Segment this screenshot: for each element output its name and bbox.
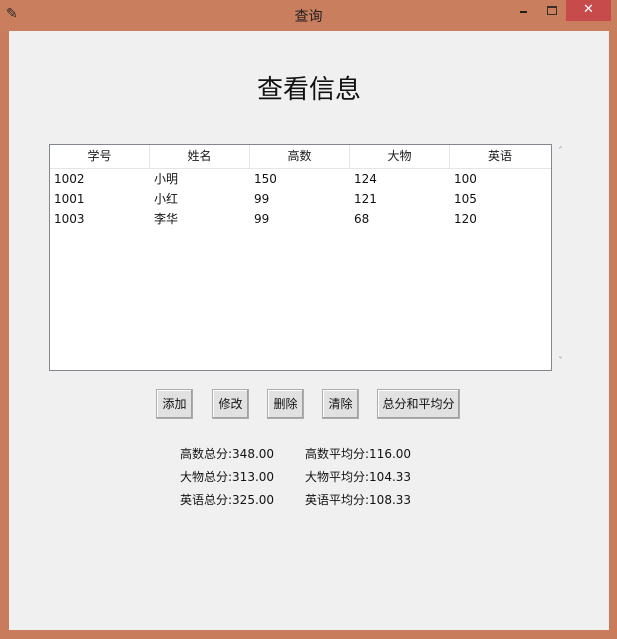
- math-total-label: 高数总分:348.00: [180, 447, 275, 461]
- table-row[interactable]: 1002 小明 150 124 100: [50, 169, 551, 189]
- table-header: 学号 姓名 高数 大物 英语: [50, 145, 551, 169]
- total-average-button[interactable]: 总分和平均分: [377, 389, 460, 419]
- chevron-up-icon[interactable]: ˄: [552, 144, 569, 160]
- column-header-math[interactable]: 高数: [250, 145, 350, 168]
- cell-name: 小明: [154, 172, 179, 186]
- english-total-label: 英语总分:325.00: [180, 493, 275, 507]
- english-average-label: 英语平均分:108.33: [305, 493, 412, 507]
- cell-id: 1001: [54, 192, 85, 206]
- column-header-name[interactable]: 姓名: [150, 145, 250, 168]
- table-row[interactable]: 1003 李华 99 68 120: [50, 209, 551, 229]
- clear-button[interactable]: 清除: [322, 389, 359, 419]
- modify-button[interactable]: 修改: [212, 389, 249, 419]
- cell-math: 150: [254, 172, 277, 186]
- cell-name: 小红: [154, 192, 179, 206]
- table-body: 1002 小明 150 124 100 1001 小红 99 121 105 1…: [50, 169, 551, 229]
- client-area: 查看信息 学号 姓名 高数 大物 英语 1002 小明 150 124 100 …: [9, 31, 609, 630]
- column-header-english[interactable]: 英语: [450, 145, 550, 168]
- chevron-down-icon[interactable]: ˅: [552, 354, 569, 370]
- physics-average-label: 大物平均分:104.33: [305, 470, 412, 484]
- close-icon: ✕: [583, 2, 594, 17]
- maximize-button[interactable]: [538, 0, 565, 21]
- math-average-label: 高数平均分:116.00: [305, 447, 412, 461]
- maximize-icon: [547, 6, 557, 15]
- title-bar[interactable]: ✎ 查询 ✕: [0, 0, 617, 31]
- cell-english: 120: [454, 212, 477, 226]
- column-header-physics[interactable]: 大物: [350, 145, 450, 168]
- column-header-id[interactable]: 学号: [50, 145, 150, 168]
- table-row[interactable]: 1001 小红 99 121 105: [50, 189, 551, 209]
- app-window: ✎ 查询 ✕ 查看信息 学号 姓名 高数 大物 英语 1002 小明 150 1…: [0, 0, 617, 639]
- cell-id: 1002: [54, 172, 85, 186]
- cell-id: 1003: [54, 212, 85, 226]
- close-button[interactable]: ✕: [566, 0, 611, 21]
- student-table[interactable]: 学号 姓名 高数 大物 英语 1002 小明 150 124 100 1001 …: [49, 144, 552, 371]
- cell-name: 李华: [154, 212, 179, 226]
- physics-total-label: 大物总分:313.00: [180, 470, 275, 484]
- cell-english: 100: [454, 172, 477, 186]
- table-scrollbar[interactable]: ˄ ˅: [552, 144, 569, 370]
- delete-button[interactable]: 删除: [267, 389, 304, 419]
- minimize-icon: [520, 11, 527, 13]
- minimize-button[interactable]: [510, 0, 537, 21]
- cell-math: 99: [254, 192, 270, 206]
- cell-math: 99: [254, 212, 270, 226]
- cell-physics: 68: [354, 212, 370, 226]
- cell-english: 105: [454, 192, 477, 206]
- cell-physics: 121: [354, 192, 377, 206]
- page-title: 查看信息: [256, 75, 361, 105]
- cell-physics: 124: [354, 172, 377, 186]
- add-button[interactable]: 添加: [156, 389, 193, 419]
